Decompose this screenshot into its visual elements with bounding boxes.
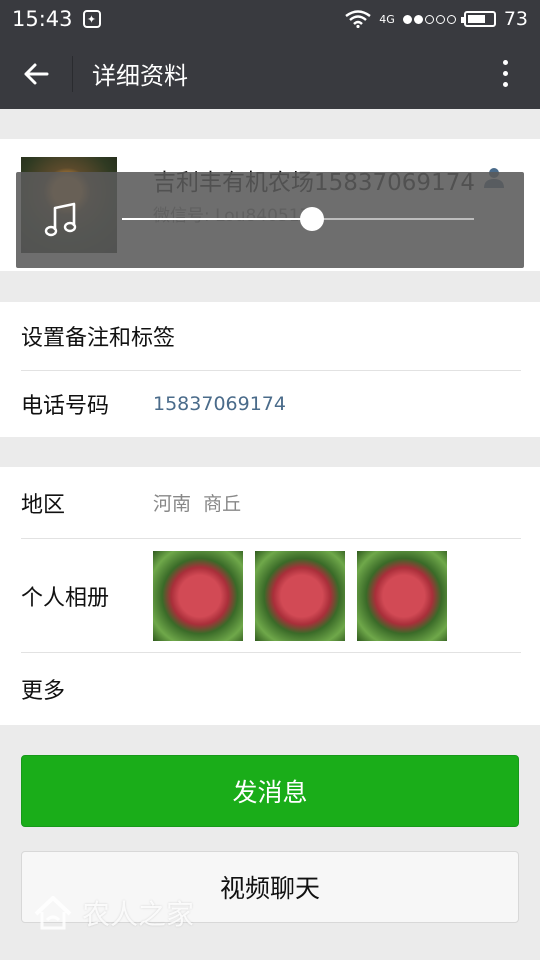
album-photo xyxy=(255,550,345,641)
region-value: 河南 商丘 xyxy=(153,493,242,515)
page-title: 详细资料 xyxy=(92,62,188,90)
more-options-button[interactable] xyxy=(470,38,540,109)
status-bar: 15:43 ✦ 4G 73 xyxy=(0,0,540,38)
signal-icon xyxy=(402,14,456,24)
profile-details-section: 地区 河南 商丘 个人相册 更多 xyxy=(0,467,540,725)
album-row[interactable]: 个人相册 xyxy=(21,539,540,652)
region-label: 地区 xyxy=(21,492,66,518)
battery-percent: 73 xyxy=(503,8,528,30)
more-dot-icon xyxy=(502,71,508,76)
album-thumbnails xyxy=(153,550,447,641)
back-arrow-icon xyxy=(24,63,49,84)
phone-row: 电话号码 15837069174 xyxy=(21,371,540,437)
music-note-icon xyxy=(44,202,77,237)
status-indicators: 4G 73 xyxy=(345,8,528,30)
network-type: 4G xyxy=(379,12,395,26)
album-photo xyxy=(357,550,447,641)
more-dot-icon xyxy=(502,60,508,65)
status-time: 15:43 xyxy=(12,7,73,31)
phone-number-link[interactable]: 15837069174 xyxy=(153,393,286,415)
music-player-overlay[interactable] xyxy=(16,172,524,268)
music-progress-track[interactable] xyxy=(122,207,474,231)
watermark: 农人之家 xyxy=(30,890,194,936)
album-label: 个人相册 xyxy=(21,585,110,611)
more-dot-icon xyxy=(502,82,508,87)
send-message-button[interactable]: 发消息 xyxy=(21,755,519,827)
music-progress-fill xyxy=(122,218,313,220)
remark-tags-label: 设置备注和标签 xyxy=(21,326,176,351)
remark-tags-row[interactable]: 设置备注和标签 xyxy=(21,302,540,370)
battery-icon xyxy=(460,11,496,27)
album-photo xyxy=(153,550,243,641)
watermark-logo-icon xyxy=(34,896,72,930)
region-row: 地区 河南 商丘 xyxy=(21,467,540,538)
wifi-icon xyxy=(345,10,372,28)
header-divider xyxy=(72,55,73,92)
phone-label: 电话号码 xyxy=(21,394,110,419)
more-row[interactable]: 更多 xyxy=(21,653,540,725)
watermark-text: 农人之家 xyxy=(82,898,195,931)
music-progress-thumb[interactable] xyxy=(300,207,325,231)
back-button[interactable] xyxy=(0,38,72,109)
action-bar: 详细资料 xyxy=(0,38,540,109)
notification-icon: ✦ xyxy=(82,10,101,28)
contact-info-section: 设置备注和标签 电话号码 15837069174 xyxy=(0,302,540,437)
more-label: 更多 xyxy=(21,679,66,704)
